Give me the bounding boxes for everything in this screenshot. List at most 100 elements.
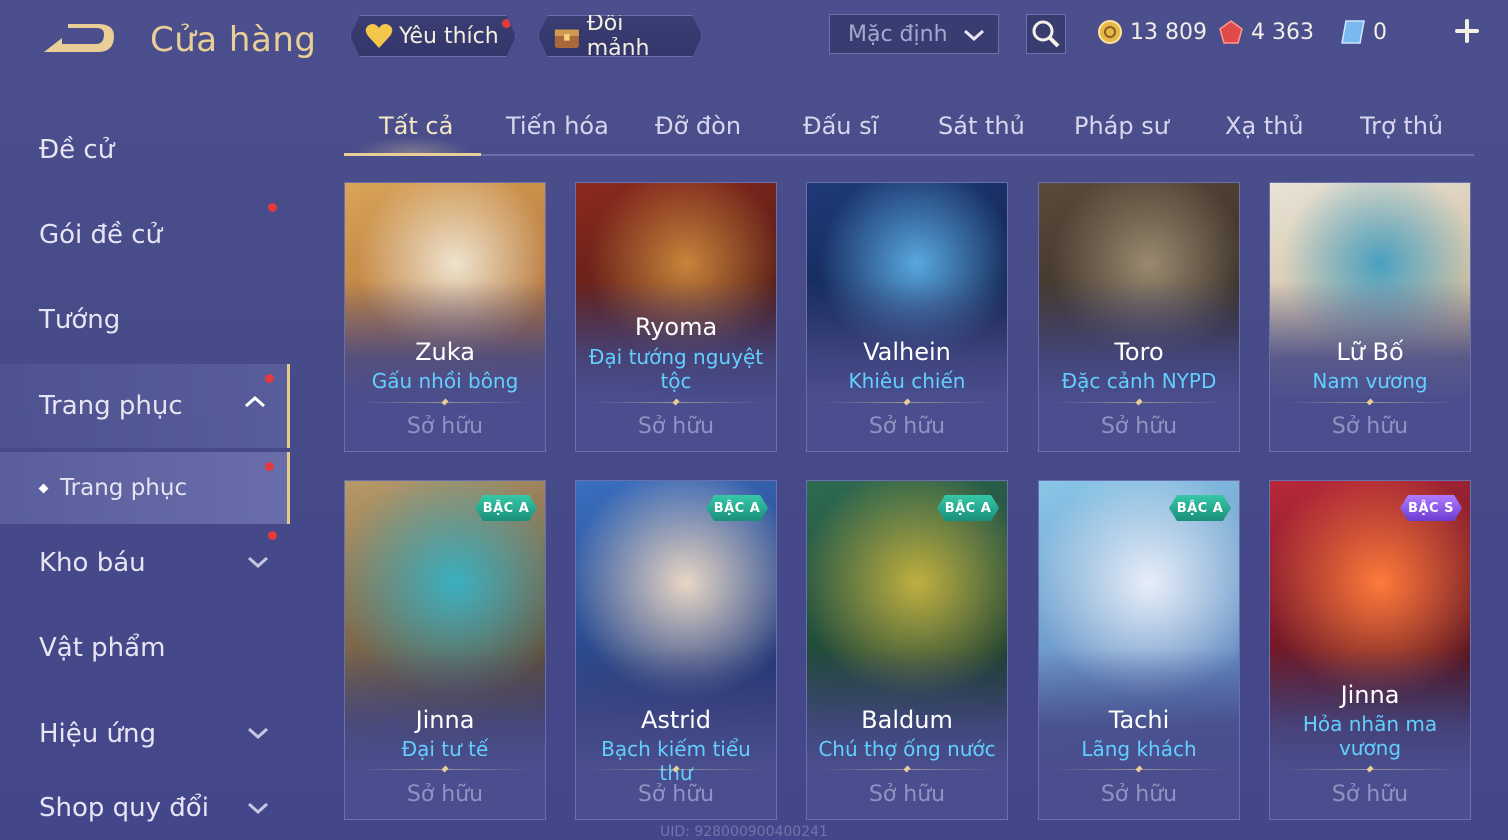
- tab-assassin[interactable]: Sát thủ: [938, 112, 1025, 140]
- skin-card[interactable]: Lữ Bố Nam vương Sở hữu: [1269, 182, 1471, 452]
- notification-dot: [268, 203, 277, 212]
- divider: [819, 402, 995, 403]
- notification-dot: [265, 462, 274, 471]
- sidebar-item-exchange-shop[interactable]: Shop quy đổi: [0, 776, 290, 840]
- tier-badge: BẬC A: [1169, 495, 1231, 521]
- sidebar-item-recommended-packs[interactable]: Gói đề cử: [0, 193, 290, 277]
- sort-dropdown[interactable]: Mặc định: [829, 14, 999, 54]
- add-currency-button[interactable]: [1452, 16, 1482, 46]
- skin-name: Đại tư tế: [401, 737, 489, 761]
- tier-badge: BẬC A: [937, 495, 999, 521]
- skin-card[interactable]: BẬC A Jinna Đại tư tế Sở hữu: [344, 480, 546, 820]
- skin-card[interactable]: BẬC A Baldum Chú thợ ống nước Sở hữu: [806, 480, 1008, 820]
- sidebar-item-items[interactable]: Vật phẩm: [0, 606, 290, 690]
- skin-name: Hỏa nhãn ma vương: [1302, 712, 1438, 760]
- skin-card[interactable]: Valhein Khiêu chiến Sở hữu: [806, 182, 1008, 452]
- owned-status: Sở hữu: [868, 782, 946, 807]
- tier-badge: BẬC A: [475, 495, 537, 521]
- chevron-down-icon: [964, 29, 984, 42]
- owned-status: Sở hữu: [1100, 414, 1178, 439]
- tab-tank[interactable]: Đỡ đòn: [655, 112, 741, 140]
- sidebar-item-label: Trang phục: [39, 391, 183, 421]
- sidebar: Đề cử Gói đề cử Tướng Trang phục Trang p…: [0, 100, 292, 840]
- divider: [588, 402, 764, 403]
- gold-coin-icon: [1098, 20, 1122, 44]
- hero-name: Toro: [1114, 338, 1164, 366]
- voucher-icon: [1341, 20, 1365, 44]
- divider: [357, 769, 533, 770]
- search-icon: [1032, 20, 1060, 48]
- favorites-button[interactable]: Yêu thích: [350, 15, 516, 57]
- hero-name: Ryoma: [634, 313, 718, 341]
- sidebar-item-label: Hiệu ứng: [39, 719, 156, 749]
- voucher-amount: 0: [1373, 19, 1387, 45]
- owned-status: Sở hữu: [1100, 782, 1178, 807]
- gold-amount: 13 809: [1130, 19, 1207, 45]
- active-tab-indicator: [344, 153, 481, 156]
- owned-status: Sở hữu: [406, 414, 484, 439]
- notification-dot: [502, 19, 511, 28]
- user-id-watermark: UID: 928000900400241: [660, 824, 828, 840]
- notification-dot: [265, 374, 274, 383]
- skin-name: Đại tướng nguyệt tộc: [588, 345, 764, 393]
- divider: [1051, 402, 1227, 403]
- owned-status: Sở hữu: [1331, 414, 1409, 439]
- role-tabs: Tất cả Tiến hóa Đỡ đòn Đấu sĩ Sát thủ Ph…: [344, 100, 1474, 156]
- sidebar-item-label: Shop quy đổi: [39, 793, 209, 823]
- owned-status: Sở hữu: [868, 414, 946, 439]
- tab-all[interactable]: Tất cả: [379, 112, 453, 140]
- tab-marksman[interactable]: Xạ thủ: [1225, 112, 1304, 140]
- gem-amount: 4 363: [1251, 19, 1314, 45]
- owned-status: Sở hữu: [637, 782, 715, 807]
- hero-name: Jinna: [415, 706, 475, 734]
- sidebar-item-heroes[interactable]: Tướng: [0, 278, 290, 362]
- sidebar-item-recommended[interactable]: Đề cử: [0, 108, 290, 192]
- divider: [1282, 769, 1458, 770]
- back-arrow-icon: [44, 24, 114, 52]
- sidebar-subitem-skins[interactable]: Trang phục: [0, 452, 290, 524]
- skin-card[interactable]: Ryoma Đại tướng nguyệt tộc Sở hữu: [575, 182, 777, 452]
- back-button[interactable]: [38, 22, 118, 62]
- skin-name: Chú thợ ống nước: [818, 737, 996, 761]
- divider: [588, 769, 764, 770]
- tab-mage[interactable]: Pháp sư: [1074, 112, 1169, 140]
- skin-card[interactable]: BẬC S Jinna Hỏa nhãn ma vương Sở hữu: [1269, 480, 1471, 820]
- gold-balance: 13 809: [1097, 16, 1207, 48]
- tab-fighter[interactable]: Đấu sĩ: [803, 112, 878, 140]
- tab-evolution[interactable]: Tiến hóa: [506, 112, 609, 140]
- skin-name: Nam vương: [1312, 369, 1428, 393]
- skin-card[interactable]: Zuka Gấu nhồi bông Sở hữu: [344, 182, 546, 452]
- skin-name: Bạch kiếm tiểu thư: [601, 737, 751, 785]
- skin-card[interactable]: BẬC A Tachi Lãng khách Sở hữu: [1038, 480, 1240, 820]
- search-button[interactable]: [1026, 14, 1066, 54]
- hero-name: Tachi: [1108, 706, 1170, 734]
- exchange-label: Đổi mảnh: [586, 11, 650, 61]
- divider: [1051, 769, 1227, 770]
- divider: [357, 402, 533, 403]
- sidebar-item-label: Kho báu: [39, 548, 146, 578]
- sidebar-item-treasure[interactable]: Kho báu: [0, 521, 290, 605]
- sidebar-item-effects[interactable]: Hiệu ứng: [0, 692, 290, 776]
- sort-value: Mặc định: [848, 21, 948, 47]
- heart-icon: [365, 23, 393, 49]
- sidebar-item-label: Gói đề cử: [39, 220, 163, 250]
- skin-card[interactable]: BẬC A Astrid Bạch kiếm tiểu thư Sở hữu: [575, 480, 777, 820]
- hero-name: Baldum: [861, 706, 953, 734]
- sidebar-item-skins[interactable]: Trang phục: [0, 364, 290, 448]
- skin-card[interactable]: Toro Đặc cảnh NYPD Sở hữu: [1038, 182, 1240, 452]
- skin-name: Lãng khách: [1081, 737, 1197, 761]
- hero-name: Zuka: [415, 338, 475, 366]
- notification-dot: [268, 531, 277, 540]
- skin-name: Gấu nhồi bông: [371, 369, 519, 393]
- gem-balance: 4 363: [1218, 16, 1314, 48]
- divider: [819, 769, 995, 770]
- owned-status: Sở hữu: [406, 782, 484, 807]
- sidebar-item-label: Tướng: [39, 305, 121, 335]
- exchange-fragments-button[interactable]: Đổi mảnh: [538, 15, 702, 57]
- hero-name: Astrid: [640, 706, 712, 734]
- owned-status: Sở hữu: [1331, 782, 1409, 807]
- hero-name: Jinna: [1340, 681, 1400, 709]
- hero-name: Lữ Bố: [1336, 338, 1404, 366]
- bullet-icon: [38, 483, 49, 493]
- tab-support[interactable]: Trợ thủ: [1360, 112, 1443, 140]
